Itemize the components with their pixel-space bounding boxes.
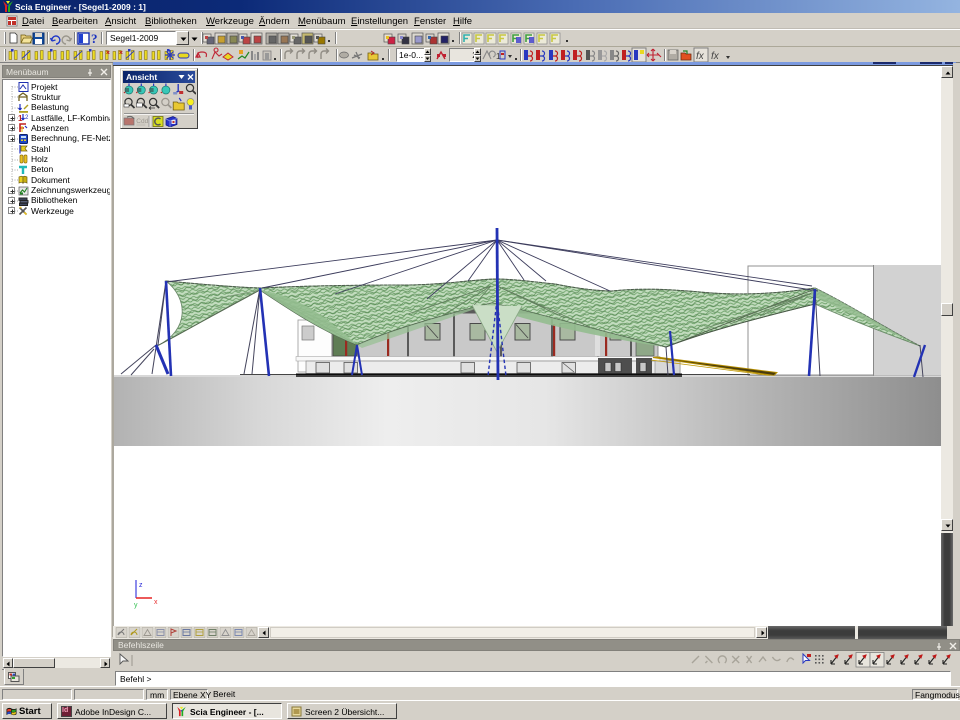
- svg-text:fx: fx: [711, 51, 720, 62]
- svg-text:z: z: [139, 582, 143, 589]
- svg-text:2: 2: [25, 115, 29, 121]
- svg-text:y: y: [134, 602, 138, 609]
- svg-text:x: x: [154, 599, 158, 606]
- svg-text:?: ?: [91, 31, 98, 46]
- svg-text:fx: fx: [696, 51, 705, 62]
